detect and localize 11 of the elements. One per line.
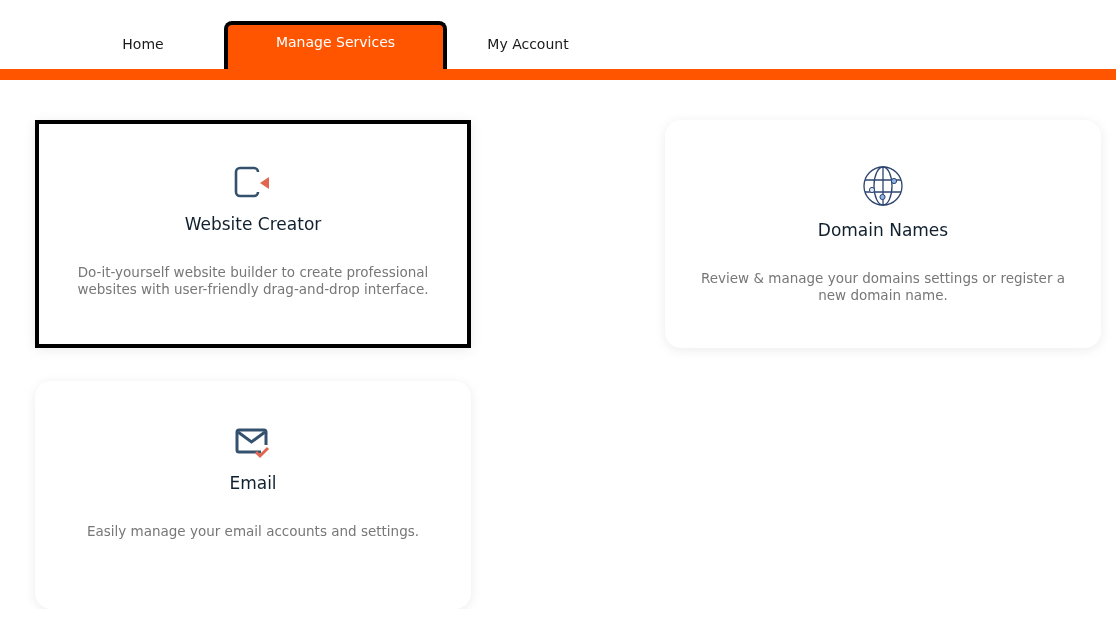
card-description: Review & manage your domains settings or register a new domain name. — [699, 270, 1067, 304]
nav-tab[interactable]: Home — [64, 25, 222, 69]
card-description: Do-it-yourself website builder to create professional websites with user-friendly drag-and-drop interface. — [76, 264, 430, 298]
globe-icon — [863, 166, 903, 206]
card-title: Email — [229, 473, 277, 493]
card-description: Easily manage your email accounts and settings. — [86, 523, 420, 540]
service-card[interactable]: Website Creator Do-it-yourself website builder to create professional websites with user-friendly drag-and-drop interface. — [35, 120, 471, 348]
card-title: Domain Names — [817, 220, 949, 240]
nav-tab[interactable]: My Account — [449, 25, 607, 69]
card-title: Website Creator — [184, 214, 322, 234]
envelope-check-icon — [234, 427, 272, 459]
